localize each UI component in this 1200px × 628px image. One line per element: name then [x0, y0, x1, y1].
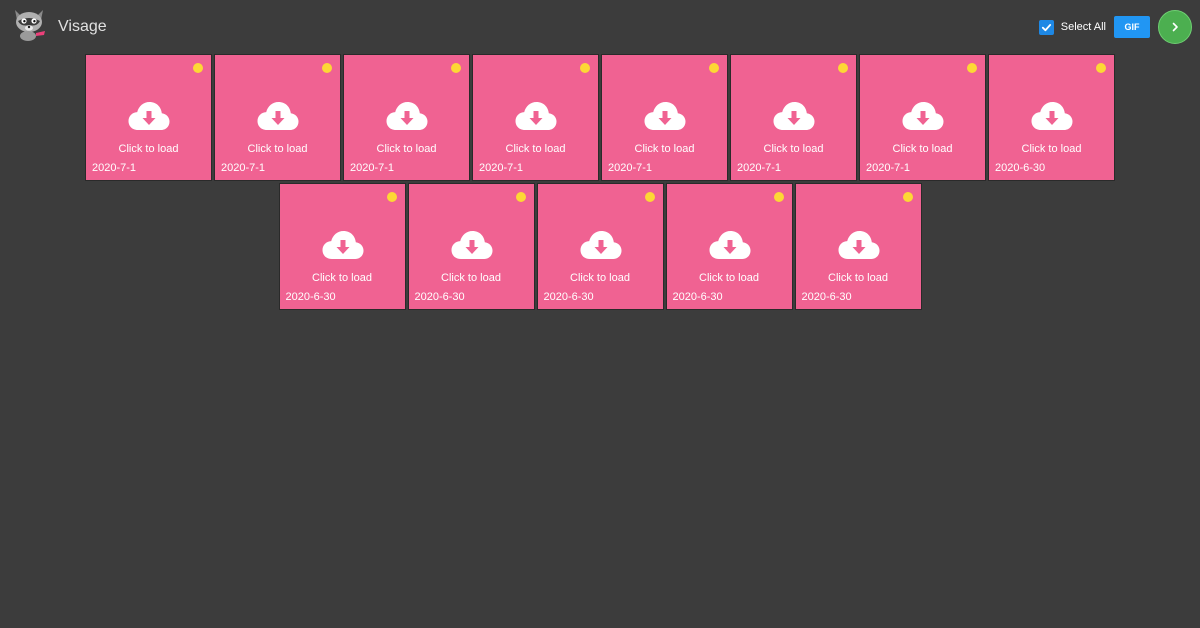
- tile-date: 2020-6-30: [672, 291, 723, 303]
- photo-grid: Click to load 2020-7-1 Click to load 202…: [26, 54, 1174, 310]
- next-button[interactable]: [1158, 10, 1192, 44]
- select-all-checkbox[interactable]: Select All: [1038, 19, 1106, 35]
- cloud-download-icon: [386, 102, 428, 130]
- click-to-load-label: Click to load: [892, 143, 953, 155]
- cloud-download-icon: [257, 102, 299, 130]
- select-all-label: Select All: [1060, 21, 1106, 33]
- tile-date: 2020-6-30: [414, 291, 465, 303]
- cloud-download-icon: [515, 102, 557, 130]
- status-dot: [386, 192, 397, 202]
- cloud-download-icon: [128, 102, 170, 130]
- click-to-load-label: Click to load: [763, 143, 824, 155]
- tile-date: 2020-7-1: [737, 162, 782, 174]
- tile-date: 2020-6-30: [543, 291, 594, 303]
- toolbar: Select All GIF: [1038, 10, 1192, 44]
- tile-date: 2020-7-1: [350, 162, 395, 174]
- cloud-download-icon: [644, 102, 686, 130]
- cloud-download-icon: [580, 231, 621, 259]
- click-to-load-label: Click to load: [570, 272, 630, 284]
- chevron-right-icon: [1172, 22, 1178, 32]
- photo-tile[interactable]: Click to load 2020-7-1: [859, 54, 986, 181]
- tile-date: 2020-7-1: [608, 162, 653, 174]
- cloud-download-icon: [902, 102, 944, 130]
- photo-tile[interactable]: Click to load 2020-7-1: [343, 54, 470, 181]
- photo-tile[interactable]: Click to load 2020-6-30: [278, 183, 406, 310]
- click-to-load-label: Click to load: [118, 143, 179, 155]
- raccoon-mascot-icon: [15, 10, 45, 41]
- click-to-load-label: Click to load: [376, 143, 437, 155]
- click-to-load-label: Click to load: [505, 143, 566, 155]
- photo-tile[interactable]: Click to load 2020-7-1: [601, 54, 728, 181]
- cloud-download-icon: [451, 231, 492, 259]
- click-to-load-label: Click to load: [634, 143, 695, 155]
- click-to-load-label: Click to load: [1021, 143, 1082, 155]
- tile-date: 2020-7-1: [479, 162, 524, 174]
- gif-button[interactable]: GIF: [1114, 16, 1150, 38]
- tile-date: 2020-7-1: [92, 162, 137, 174]
- status-dot: [644, 192, 655, 202]
- tile-date: 2020-7-1: [221, 162, 266, 174]
- photo-tile[interactable]: Click to load 2020-7-1: [214, 54, 341, 181]
- status-dot: [902, 192, 913, 202]
- photo-tile[interactable]: Click to load 2020-6-30: [988, 54, 1115, 181]
- status-dot: [967, 63, 977, 73]
- cloud-download-icon: [322, 231, 363, 259]
- cloud-download-icon: [1031, 102, 1073, 130]
- click-to-load-label: Click to load: [312, 272, 372, 284]
- status-dot: [580, 63, 590, 73]
- photo-tile[interactable]: Click to load 2020-6-30: [536, 183, 664, 310]
- app-title: Visage: [58, 18, 107, 35]
- status-dot: [773, 192, 784, 202]
- click-to-load-label: Click to load: [441, 272, 501, 284]
- tile-date: 2020-6-30: [801, 291, 852, 303]
- cloud-download-icon: [709, 231, 750, 259]
- tile-date: 2020-7-1: [866, 162, 911, 174]
- status-dot: [193, 63, 203, 73]
- status-dot: [515, 192, 526, 202]
- photo-tile[interactable]: Click to load 2020-6-30: [665, 183, 793, 310]
- click-to-load-label: Click to load: [699, 272, 759, 284]
- photo-tile[interactable]: Click to load 2020-6-30: [794, 183, 922, 310]
- status-dot: [451, 63, 461, 73]
- status-dot: [709, 63, 719, 73]
- photo-tile[interactable]: Click to load 2020-6-30: [407, 183, 535, 310]
- tile-date: 2020-6-30: [285, 291, 336, 303]
- status-dot: [838, 63, 848, 73]
- tile-date: 2020-6-30: [995, 162, 1046, 174]
- cloud-download-icon: [838, 231, 879, 259]
- click-to-load-label: Click to load: [247, 143, 308, 155]
- photo-tile[interactable]: Click to load 2020-7-1: [85, 54, 212, 181]
- status-dot: [322, 63, 332, 73]
- checkbox-checked-icon[interactable]: [1038, 19, 1054, 35]
- click-to-load-label: Click to load: [828, 272, 888, 284]
- cloud-download-icon: [773, 102, 815, 130]
- status-dot: [1096, 63, 1106, 73]
- app-header: Visage Select All GIF: [0, 0, 1200, 54]
- photo-tile[interactable]: Click to load 2020-7-1: [730, 54, 857, 181]
- photo-tile[interactable]: Click to load 2020-7-1: [472, 54, 599, 181]
